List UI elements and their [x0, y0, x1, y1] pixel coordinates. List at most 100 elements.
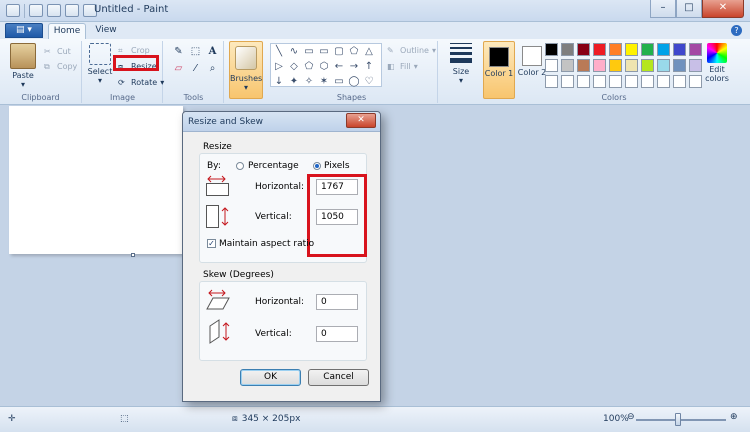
tools-grid: ✎ ⬚ A ▱ ⁄ ⌕: [172, 45, 219, 75]
paste-label: Paste: [12, 71, 34, 80]
dialog-close-button[interactable]: ✕: [346, 113, 376, 128]
zoom-slider-thumb[interactable]: [675, 413, 681, 426]
heart-shape-icon[interactable]: ♡: [362, 75, 376, 89]
five-point-star-shape-icon[interactable]: ✧: [302, 75, 316, 89]
skew-vertical-input[interactable]: 0: [316, 326, 358, 342]
fill-icon: ◧: [387, 61, 395, 71]
text-tool-icon[interactable]: A: [206, 45, 219, 58]
percentage-label[interactable]: Percentage: [248, 161, 299, 171]
horizontal-skew-icon: [206, 289, 230, 310]
paste-dropdown-icon: ▾: [20, 80, 25, 89]
ok-button[interactable]: OK: [240, 369, 301, 386]
size-dropdown-icon: ▾: [458, 76, 463, 85]
maximize-button[interactable]: □: [676, 0, 702, 18]
title-bar: Untitled - Paint – □ ✕: [0, 0, 750, 22]
magnifier-icon[interactable]: ⌕: [206, 62, 219, 75]
clipboard-group-label: Clipboard: [21, 93, 60, 102]
paint-menu-button[interactable]: ▤ ▾: [5, 23, 43, 38]
tab-view[interactable]: View: [92, 23, 120, 39]
by-label: By:: [207, 161, 221, 171]
dialog-body: Resize By: Percentage Pixels Horizontal:…: [183, 133, 380, 401]
canvas-resize-handle-bottom[interactable]: [131, 253, 135, 257]
crop-icon: ⌗: [118, 45, 123, 55]
minimize-button[interactable]: –: [650, 0, 676, 18]
canvas-size-icon: ⧈: [232, 414, 238, 424]
cut-button[interactable]: ✂ Cut: [44, 45, 71, 58]
zoom-slider-track[interactable]: [636, 419, 726, 421]
help-icon[interactable]: ?: [731, 25, 742, 36]
resize-skew-dialog: Resize and Skew ✕ Resize By: Percentage …: [182, 111, 381, 402]
brushes-button[interactable]: Brushes ▾: [229, 41, 263, 99]
percentage-radio[interactable]: [236, 162, 244, 170]
horizontal-label: Horizontal:: [255, 182, 304, 192]
eraser-icon[interactable]: ▱: [172, 62, 185, 75]
rotate-icon: ⟳: [118, 77, 125, 87]
zoom-level-text: 100%: [603, 414, 629, 424]
redo-icon[interactable]: [65, 4, 79, 17]
maintain-aspect-label[interactable]: Maintain aspect ratio: [219, 239, 314, 249]
rotate-button[interactable]: ⟳ Rotate ▾: [118, 76, 164, 89]
qat-separator: [24, 4, 25, 18]
callout-oval-shape-icon[interactable]: ◯: [347, 75, 361, 89]
outline-icon: ✎: [387, 45, 394, 55]
four-point-star-shape-icon[interactable]: ✦: [287, 75, 301, 89]
maintain-aspect-checkbox[interactable]: ✓: [207, 239, 216, 248]
resize-highlight-box: [113, 55, 159, 71]
paint-app-icon[interactable]: [6, 4, 20, 17]
image-group-label: Image: [109, 93, 136, 102]
curve-shape-icon[interactable]: ∿: [287, 45, 301, 59]
crop-label: Crop: [131, 46, 150, 55]
fill-button[interactable]: ◧ Fill ▾: [387, 60, 418, 73]
line-size-icon: [450, 43, 472, 63]
fill-bucket-icon[interactable]: ⬚: [189, 45, 202, 58]
select-icon: [89, 43, 111, 65]
paste-icon: [10, 43, 36, 69]
cancel-button[interactable]: Cancel: [308, 369, 369, 386]
callout-rectangle-shape-icon[interactable]: ▭: [332, 75, 346, 89]
tools-group-label: Tools: [183, 93, 204, 102]
zoom-out-icon[interactable]: ⊖: [627, 412, 635, 422]
right-arrow-shape-icon[interactable]: →: [347, 60, 361, 74]
drawing-canvas[interactable]: [9, 106, 183, 254]
diamond-shape-icon[interactable]: ◇: [287, 60, 301, 74]
left-arrow-shape-icon[interactable]: ←: [332, 60, 346, 74]
skew-horizontal-input[interactable]: 0: [316, 294, 358, 310]
save-icon[interactable]: [29, 4, 43, 17]
triangle-shape-icon[interactable]: △: [362, 45, 376, 59]
pentagon-shape-icon[interactable]: ⬠: [302, 60, 316, 74]
outline-button[interactable]: ✎ Outline ▾: [387, 44, 436, 57]
down-arrow-shape-icon[interactable]: ↓: [272, 75, 286, 89]
skew-vertical-label: Vertical:: [255, 329, 292, 339]
undo-icon[interactable]: [47, 4, 61, 17]
zoom-in-icon[interactable]: ⊕: [730, 412, 738, 422]
pixels-label[interactable]: Pixels: [324, 161, 350, 171]
color-picker-icon[interactable]: ⁄: [189, 62, 202, 75]
right-triangle-shape-icon[interactable]: ▷: [272, 60, 286, 74]
cut-label: Cut: [57, 47, 71, 56]
pixels-radio[interactable]: [313, 162, 321, 170]
paste-button[interactable]: Paste ▾: [6, 43, 40, 89]
copy-button[interactable]: ⧉ Copy: [44, 60, 77, 73]
line-shape-icon[interactable]: ╲: [272, 45, 286, 59]
edit-colors-button[interactable]: Edit colors: [703, 43, 731, 83]
close-button[interactable]: ✕: [702, 0, 744, 18]
size-button[interactable]: Size ▾: [446, 43, 476, 85]
hexagon-shape-icon[interactable]: ⬡: [317, 60, 331, 74]
oval-shape-icon[interactable]: ▭: [302, 45, 316, 59]
quick-access-toolbar: [6, 4, 97, 18]
pencil-icon[interactable]: ✎: [172, 45, 185, 58]
rounded-rectangle-shape-icon[interactable]: ▢: [332, 45, 346, 59]
six-point-star-shape-icon[interactable]: ✶: [317, 75, 331, 89]
polygon-shape-icon[interactable]: ⬠: [347, 45, 361, 59]
up-arrow-shape-icon[interactable]: ↑: [362, 60, 376, 74]
outline-label: Outline: [400, 46, 429, 55]
rotate-label: Rotate: [131, 78, 158, 87]
select-button[interactable]: Select ▾: [87, 43, 113, 85]
fill-label: Fill: [400, 62, 411, 71]
ribbon: Paste ▾ ✂ Cut ⧉ Copy Clipboard Select ▾ ⌗ …: [0, 39, 750, 105]
canvas-size-text: 345 × 205px: [241, 414, 301, 424]
rectangle-shape-icon[interactable]: ▭: [317, 45, 331, 59]
pixels-highlight-box: [307, 174, 367, 257]
tab-home[interactable]: Home: [48, 23, 86, 39]
edit-colors-label: Edit colors: [705, 65, 729, 83]
